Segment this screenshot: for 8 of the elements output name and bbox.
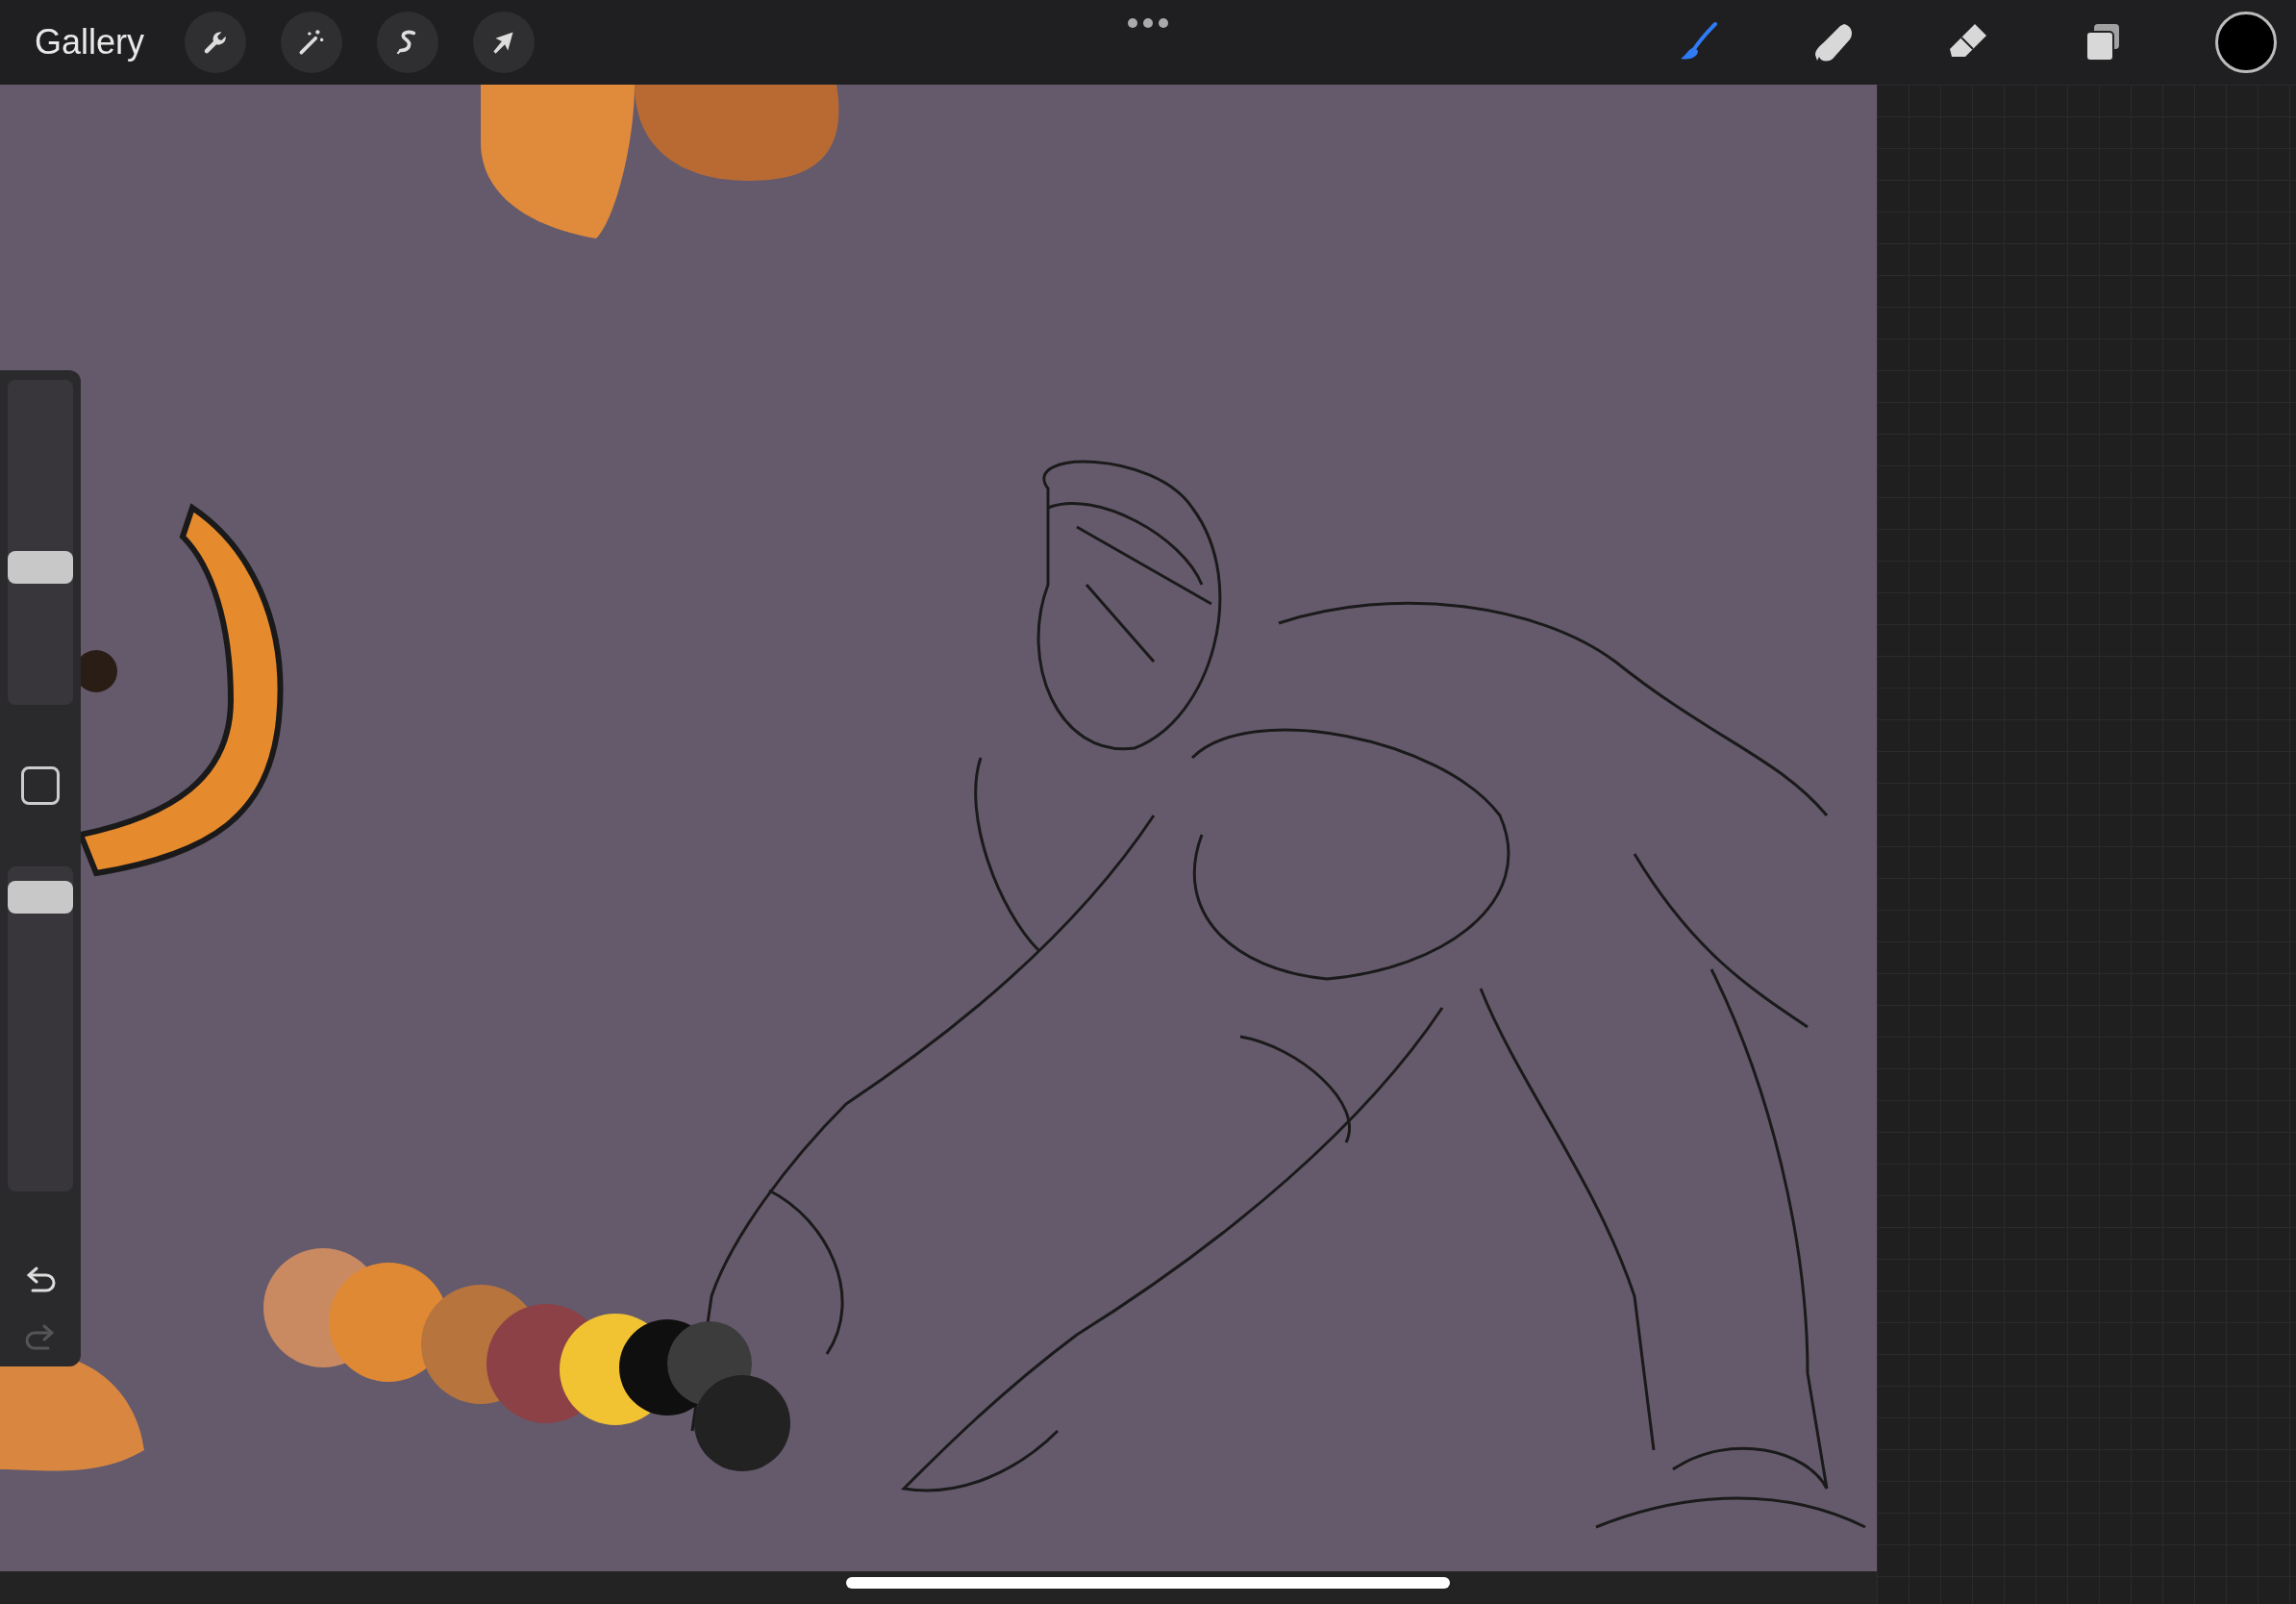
gallery-link[interactable]: Gallery: [35, 22, 145, 63]
slider-thumb[interactable]: [8, 881, 73, 915]
drawing-canvas[interactable]: [0, 85, 1877, 1571]
opacity-slider[interactable]: [8, 866, 73, 1191]
slider-thumb[interactable]: [8, 551, 73, 585]
modify-button[interactable]: [21, 766, 60, 805]
brush-size-slider[interactable]: [8, 380, 73, 705]
more-icon[interactable]: [1127, 17, 1169, 29]
